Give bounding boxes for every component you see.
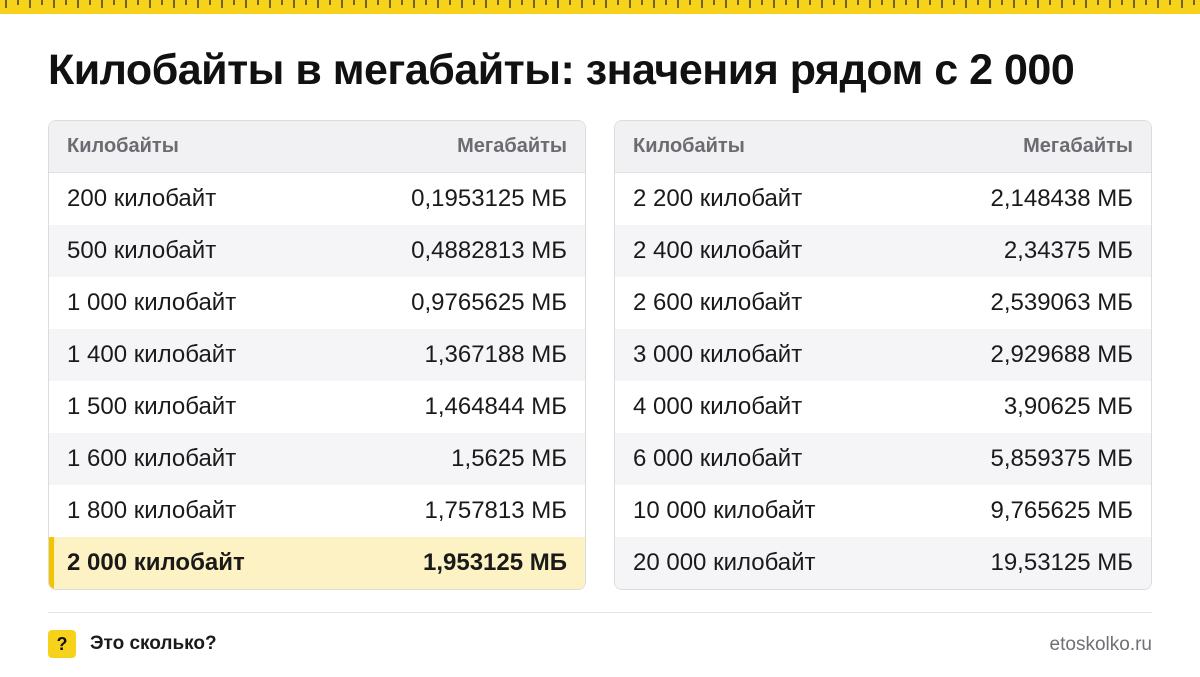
- ruler-ticks: [5, 0, 1195, 8]
- table-row: 3 000 килобайт 2,929688 МБ: [615, 329, 1151, 381]
- megabytes-cell: 2,929688 МБ: [990, 341, 1133, 368]
- megabytes-cell: 2,539063 МБ: [990, 289, 1133, 316]
- table-row: 4 000 килобайт 3,90625 МБ: [615, 381, 1151, 433]
- kilobytes-cell: 1 000 килобайт: [67, 289, 237, 316]
- kilobytes-cell: 2 000 килобайт: [67, 549, 245, 576]
- megabytes-cell: 5,859375 МБ: [990, 445, 1133, 472]
- kilobytes-cell: 3 000 килобайт: [633, 341, 803, 368]
- kilobytes-cell: 4 000 килобайт: [633, 393, 803, 420]
- site-url: etoskolko.ru: [1049, 634, 1152, 655]
- kilobytes-cell: 6 000 килобайт: [633, 445, 803, 472]
- page-title: Килобайты в мегабайты: значения рядом с …: [48, 46, 1075, 94]
- megabytes-cell: 1,757813 МБ: [424, 497, 567, 524]
- megabytes-cell: 3,90625 МБ: [1003, 393, 1133, 420]
- megabytes-cell: 1,367188 МБ: [424, 341, 567, 368]
- megabytes-cell: 1,5625 МБ: [451, 445, 567, 472]
- table-row: 2 200 килобайт 2,148438 МБ: [615, 173, 1151, 225]
- conversion-table-right: Килобайты Мегабайты 2 200 килобайт 2,148…: [614, 120, 1152, 590]
- table-row: 1 600 килобайт 1,5625 МБ: [49, 433, 585, 485]
- table-header: Килобайты Мегабайты: [615, 121, 1151, 173]
- kilobytes-cell: 1 400 килобайт: [67, 341, 237, 368]
- table-row: 2 400 килобайт 2,34375 МБ: [615, 225, 1151, 277]
- megabytes-cell: 2,148438 МБ: [990, 185, 1133, 212]
- table-row: 1 500 килобайт 1,464844 МБ: [49, 381, 585, 433]
- conversion-table-left: Килобайты Мегабайты 200 килобайт 0,19531…: [48, 120, 586, 590]
- megabytes-cell: 0,4882813 МБ: [411, 237, 567, 264]
- kilobytes-cell: 2 200 килобайт: [633, 185, 803, 212]
- table-row: 20 000 килобайт 19,53125 МБ: [615, 537, 1151, 589]
- column-header-kilobytes: Килобайты: [67, 135, 179, 157]
- kilobytes-cell: 1 500 килобайт: [67, 393, 237, 420]
- megabytes-cell: 0,9765625 МБ: [411, 289, 567, 316]
- table-row: 1 000 килобайт 0,9765625 МБ: [49, 277, 585, 329]
- column-header-megabytes: Мегабайты: [1023, 135, 1133, 157]
- table-row: 200 килобайт 0,1953125 МБ: [49, 173, 585, 225]
- megabytes-cell: 2,34375 МБ: [1003, 237, 1133, 264]
- kilobytes-cell: 20 000 килобайт: [633, 549, 816, 576]
- megabytes-cell: 19,53125 МБ: [990, 549, 1133, 576]
- table-row: 2 600 килобайт 2,539063 МБ: [615, 277, 1151, 329]
- kilobytes-cell: 200 килобайт: [67, 185, 217, 212]
- table-row-highlighted: 2 000 килобайт 1,953125 МБ: [49, 537, 585, 589]
- table-row: 6 000 килобайт 5,859375 МБ: [615, 433, 1151, 485]
- table-row: 1 400 килобайт 1,367188 МБ: [49, 329, 585, 381]
- kilobytes-cell: 2 600 килобайт: [633, 289, 803, 316]
- column-header-megabytes: Мегабайты: [457, 135, 567, 157]
- table-header: Килобайты Мегабайты: [49, 121, 585, 173]
- table-row: 500 килобайт 0,4882813 МБ: [49, 225, 585, 277]
- kilobytes-cell: 500 килобайт: [67, 237, 217, 264]
- table-row: 1 800 килобайт 1,757813 МБ: [49, 485, 585, 537]
- footer-divider: [48, 612, 1152, 613]
- brand-name: Это сколько?: [90, 633, 217, 654]
- megabytes-cell: 9,765625 МБ: [990, 497, 1133, 524]
- kilobytes-cell: 10 000 килобайт: [633, 497, 816, 524]
- brand-block: ? Это сколько?: [48, 630, 217, 658]
- kilobytes-cell: 2 400 килобайт: [633, 237, 803, 264]
- kilobytes-cell: 1 600 килобайт: [67, 445, 237, 472]
- megabytes-cell: 1,953125 МБ: [422, 549, 567, 576]
- ruler-strip: [0, 0, 1200, 14]
- megabytes-cell: 1,464844 МБ: [424, 393, 567, 420]
- question-icon: ?: [48, 630, 76, 658]
- megabytes-cell: 0,1953125 МБ: [411, 185, 567, 212]
- column-header-kilobytes: Килобайты: [633, 135, 745, 157]
- table-row: 10 000 килобайт 9,765625 МБ: [615, 485, 1151, 537]
- kilobytes-cell: 1 800 килобайт: [67, 497, 237, 524]
